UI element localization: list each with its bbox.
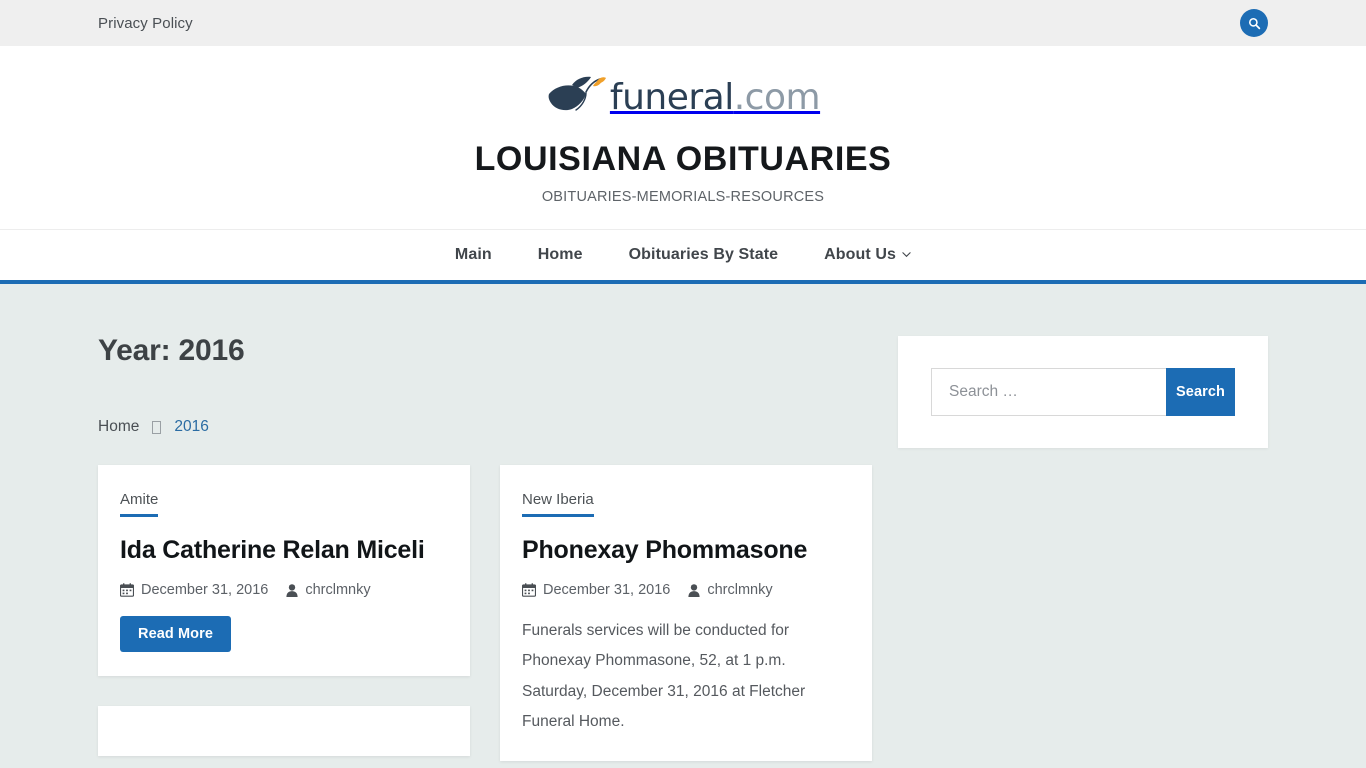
post-author-label: chrclmnky [305,582,371,599]
post-excerpt: Funerals services will be conducted for … [522,622,806,730]
dove-logo-icon [548,76,606,111]
post-meta: December 31, 2016 chrclmnky [120,582,448,598]
calendar-icon [522,583,536,597]
user-icon [286,583,298,597]
post-author: chrclmnky [286,582,371,599]
breadcrumb: Home 2016 [98,418,888,436]
calendar-icon [120,583,134,597]
breadcrumb-item-current: 2016 [174,418,209,436]
nav-label-main: Main [454,246,492,264]
search-form: Search [931,368,1235,417]
post-category-link[interactable]: New Iberia [522,492,594,518]
nav-list: Main Home Obituaries By State About Us [432,246,934,264]
nav-label-home: Home [537,246,583,264]
post-category-link[interactable]: Amite [120,492,159,518]
top-bar-link-privacy-policy[interactable]: Privacy Policy [98,15,193,32]
search-icon [1248,17,1260,29]
post-date: December 31, 2016 [120,582,268,598]
post-card-partial[interactable] [98,706,470,757]
post-card[interactable]: New Iberia Phonexay Phommasone December … [500,465,872,761]
site-tagline: OBITUARIES-MEMORIALS-RESOURCES [541,189,825,206]
post-column-left: Amite Ida Catherine Relan Miceli Decembe… [98,465,470,757]
nav-link-home[interactable]: Home [515,246,606,264]
post-meta: December 31, 2016 chrclmnky [522,582,850,598]
user-icon [688,583,700,597]
site-header: funeral.com LOUISIANA OBITUARIES OBITUAR… [0,46,1366,230]
sidebar: Search [888,284,1268,761]
search-input[interactable] [931,368,1166,417]
breadcrumb-item-home[interactable]: Home [98,418,139,436]
nav-link-about-us[interactable]: About Us [801,246,934,264]
logo-word: funeral [609,77,734,118]
search-submit-button[interactable]: Search [1166,368,1235,417]
search-widget: Search [898,336,1268,449]
logo-wordmark: funeral.com [609,77,821,118]
read-more-button[interactable]: Read More [120,616,232,653]
site-title: LOUISIANA OBITUARIES [474,140,892,178]
top-bar-nav: Privacy Policy [98,15,193,32]
site-logo[interactable]: funeral.com [546,72,821,120]
chevron-down-icon [902,250,911,259]
logo-tld: .com [733,77,821,118]
page-title: Year: 2016 [98,334,245,368]
nav-item-obituaries-by-state[interactable]: Obituaries By State [606,246,802,264]
post-date: December 31, 2016 [522,582,670,598]
main-content: Year: 2016 Home 2016 Amite Ida Catherine… [98,284,888,761]
breadcrumb-separator-icon [152,420,162,434]
post-date-label: December 31, 2016 [141,582,269,599]
post-author-label: chrclmnky [707,582,773,599]
post-date-label: December 31, 2016 [543,582,671,599]
nav-link-main[interactable]: Main [432,246,515,264]
nav-item-about-us[interactable]: About Us [801,246,934,264]
nav-link-obituaries-by-state[interactable]: Obituaries By State [606,246,802,264]
top-bar: Privacy Policy [0,0,1366,46]
post-title[interactable]: Ida Catherine Relan Miceli [120,534,448,566]
post-title[interactable]: Phonexay Phommasone [522,534,850,566]
post-author: chrclmnky [688,582,773,599]
page-body: Year: 2016 Home 2016 Amite Ida Catherine… [0,284,1366,761]
nav-item-main[interactable]: Main [432,246,515,264]
nav-label-obituaries-by-state: Obituaries By State [628,246,779,264]
nav-label-about-us: About Us [824,246,897,264]
main-navigation: Main Home Obituaries By State About Us [0,229,1366,285]
search-toggle-button[interactable] [1240,9,1268,37]
post-column-right: New Iberia Phonexay Phommasone December … [500,465,872,761]
post-card[interactable]: Amite Ida Catherine Relan Miceli Decembe… [98,465,470,677]
nav-item-home[interactable]: Home [515,246,606,264]
post-grid: Amite Ida Catherine Relan Miceli Decembe… [98,465,888,761]
